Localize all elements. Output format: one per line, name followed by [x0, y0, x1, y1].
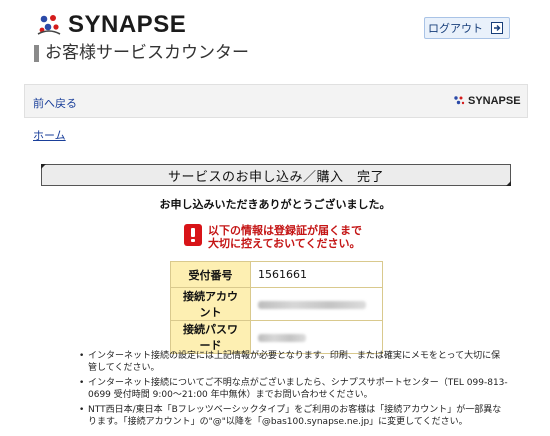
synapse-logo: SYNAPSE: [36, 10, 226, 40]
logout-icon: [491, 22, 503, 34]
logout-label: ログアウト: [428, 22, 483, 35]
subtitle-text: お客様サービスカウンター: [45, 43, 249, 63]
password-value: [250, 320, 383, 354]
notice-line-2: 大切に控えておいてください。: [208, 237, 361, 250]
thanks-message: お申し込みいただきありがとうございました。: [159, 198, 391, 211]
list-item: インターネット接続についてご不明な点がございましたら、シナプスサポートセンター（…: [79, 378, 508, 401]
synapse-logo-icon: [37, 15, 61, 35]
table-row: 接続アカウント: [170, 287, 383, 321]
subtitle-accent-bar: [34, 44, 39, 62]
notice-line-1: 以下の情報は登録証が届くまで: [208, 224, 362, 237]
completion-title-box: サービスのお申し込み／購入 完了: [41, 164, 511, 186]
brand-name: SYNAPSE: [68, 11, 187, 38]
logout-button[interactable]: ログアウト: [424, 17, 510, 39]
page-title: サービスのお申し込み／購入 完了: [167, 169, 384, 185]
account-value: [250, 287, 383, 321]
important-notice: 以下の情報は登録証が届くまで 大切に控えておいてください。: [184, 224, 362, 250]
account-info-table: 受付番号 1561661 接続アカウント 接続パスワード: [170, 261, 383, 354]
redacted-account: [258, 300, 366, 309]
back-link[interactable]: 前へ戻る: [33, 95, 77, 111]
synapse-small-logo-icon: [454, 96, 465, 105]
table-row: 受付番号 1561661: [170, 261, 383, 288]
nav-brand-logo: SYNAPSE: [453, 95, 521, 107]
notice-text: 以下の情報は登録証が届くまで 大切に控えておいてください。: [208, 224, 362, 250]
notes-list: インターネット接続の設定には上記情報が必要となります。印刷、または確実にメモをと…: [79, 351, 508, 432]
corner-decoration: [41, 164, 46, 169]
breadcrumb-home-link[interactable]: ホーム: [33, 127, 66, 143]
corner-decoration: [506, 181, 511, 186]
reception-number-value: 1561661: [250, 261, 383, 288]
account-label: 接続アカウント: [170, 287, 251, 321]
reception-number-label: 受付番号: [170, 261, 251, 288]
page-subtitle: お客様サービスカウンター: [34, 44, 249, 62]
password-label: 接続パスワード: [170, 320, 251, 354]
list-item: インターネット接続の設定には上記情報が必要となります。印刷、または確実にメモをと…: [79, 351, 508, 374]
exclamation-icon: [184, 224, 202, 246]
table-row: 接続パスワード: [170, 320, 383, 354]
list-item: NTT西日本/東日本「Bフレッツベーシックタイプ」をご利用のお客様は「接続アカウ…: [79, 405, 508, 428]
nav-brand-name: SYNAPSE: [468, 95, 521, 107]
redacted-password: [258, 333, 306, 342]
